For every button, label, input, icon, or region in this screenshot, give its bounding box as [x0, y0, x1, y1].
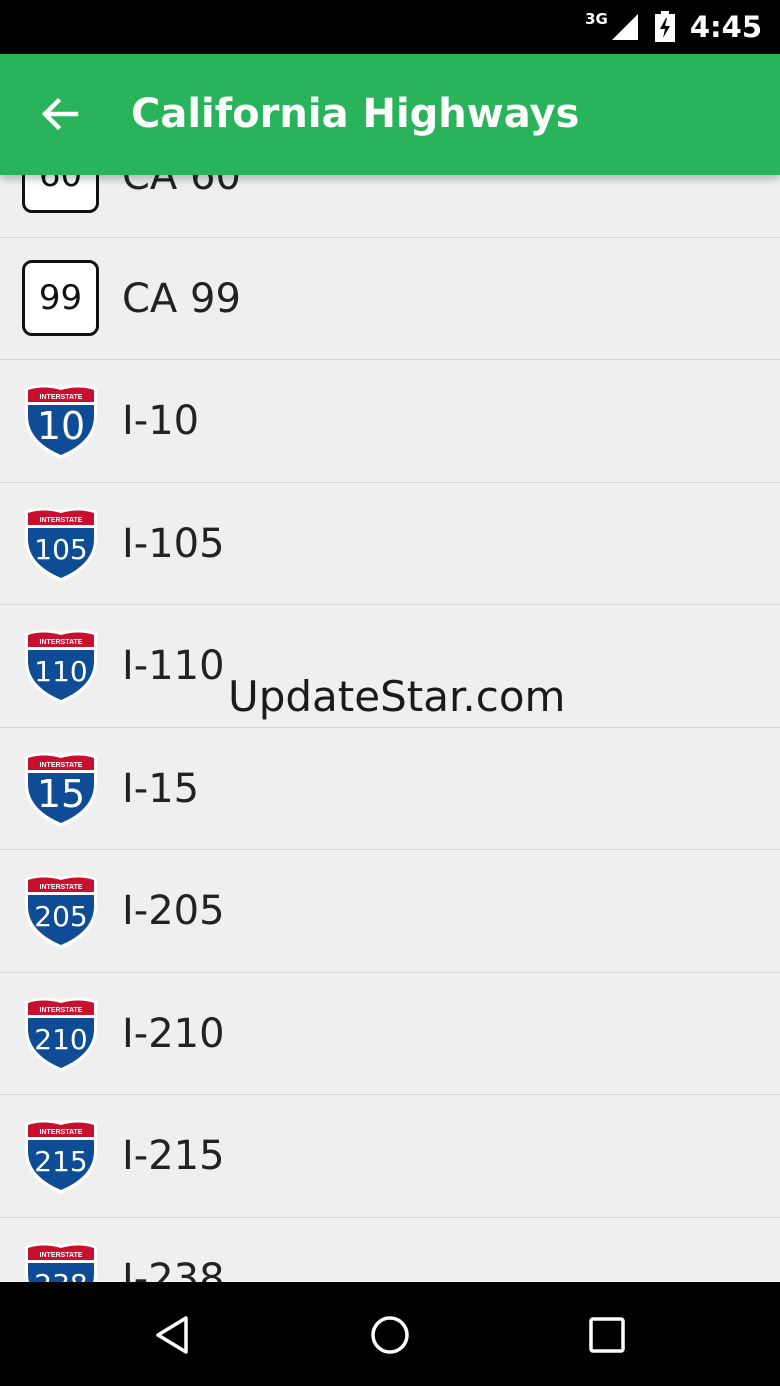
interstate-banner-text: INTERSTATE	[40, 762, 83, 769]
interstate-banner-text: INTERSTATE	[40, 884, 83, 891]
interstate-banner-text: INTERSTATE	[40, 517, 83, 524]
network-type-label: 3G	[585, 10, 608, 28]
interstate-shield-icon: INTERSTATE 15	[22, 750, 100, 828]
list-item[interactable]: INTERSTATE 10 I-10	[0, 360, 780, 483]
state-route-shield-icon: 99	[22, 259, 100, 338]
list-item[interactable]: INTERSTATE 110 I-110	[0, 605, 780, 728]
shield-number: 105	[34, 532, 88, 566]
signal-icon	[611, 14, 638, 40]
highway-label: CA 99	[122, 275, 241, 322]
interstate-shield-icon: INTERSTATE 215	[22, 1117, 100, 1195]
interstate-shield-icon: INTERSTATE 105	[22, 505, 100, 583]
list-item[interactable]: INTERSTATE 105 I-105	[0, 483, 780, 605]
highway-label: I-210	[122, 1010, 225, 1057]
shield-number: 215	[34, 1145, 88, 1178]
page-title: California Highways	[131, 91, 580, 137]
shield-number: 15	[36, 771, 86, 816]
list-item[interactable]: INTERSTATE 238 I-238	[0, 1218, 780, 1283]
list-item[interactable]: 99 CA 99	[0, 238, 780, 360]
shield-number: 210	[34, 1022, 88, 1056]
highway-list[interactable]: 60 CA 60 99 CA 99 INTERSTATE 10 I-10 INTERSTATE…	[0, 175, 780, 1282]
interstate-shield-icon: INTERSTATE 205	[22, 872, 100, 950]
shield-number: 205	[34, 900, 88, 933]
status-icons: 3G 4:45	[585, 0, 762, 54]
highway-label: I-15	[122, 765, 200, 812]
clock: 4:45	[689, 10, 762, 44]
shield-number: 99	[22, 259, 99, 336]
app-bar: California Highways	[0, 54, 780, 175]
highway-list-items: 60 CA 60 99 CA 99 INTERSTATE 10 I-10 INTERSTATE…	[0, 175, 780, 1282]
list-item[interactable]: INTERSTATE 215 I-215	[0, 1095, 780, 1218]
status-bar: 3G 4:45	[0, 0, 780, 54]
navigation-bar	[0, 1282, 780, 1386]
highway-label: I-10	[122, 398, 200, 444]
shield-number: 110	[34, 655, 88, 688]
nav-home-icon[interactable]	[367, 1312, 413, 1358]
interstate-banner-text: INTERSTATE	[40, 1007, 83, 1014]
highway-label: I-110	[122, 643, 225, 689]
nav-recents-icon[interactable]	[584, 1312, 630, 1358]
interstate-shield-icon: INTERSTATE 210	[22, 995, 100, 1073]
highway-label: CA 60	[122, 175, 241, 199]
shield-number: 10	[36, 404, 86, 448]
list-item[interactable]: 60 CA 60	[0, 175, 780, 238]
highway-label: I-215	[122, 1133, 225, 1179]
interstate-banner-text: INTERSTATE	[40, 1252, 83, 1259]
highway-label: I-205	[122, 888, 225, 934]
shield-number: 238	[22, 1268, 100, 1283]
nav-back-icon[interactable]	[150, 1312, 196, 1358]
interstate-shield-icon: INTERSTATE 238	[22, 1240, 100, 1283]
interstate-banner-text: INTERSTATE	[40, 394, 83, 401]
highway-label: I-238	[122, 1255, 225, 1283]
list-item[interactable]: INTERSTATE 210 I-210	[0, 973, 780, 1095]
list-item[interactable]: INTERSTATE 15 I-15	[0, 728, 780, 850]
interstate-shield-icon: INTERSTATE 110	[22, 627, 100, 705]
shield-number: 60	[22, 175, 99, 213]
battery-charging-icon	[654, 11, 675, 42]
interstate-banner-text: INTERSTATE	[40, 639, 83, 646]
state-route-shield-icon: 60	[22, 175, 100, 215]
arrow-back-icon[interactable]	[30, 84, 90, 144]
list-item[interactable]: INTERSTATE 205 I-205	[0, 850, 780, 973]
interstate-shield-icon: INTERSTATE 10	[22, 382, 100, 460]
highway-label: I-105	[122, 520, 225, 567]
interstate-banner-text: INTERSTATE	[40, 1129, 83, 1136]
